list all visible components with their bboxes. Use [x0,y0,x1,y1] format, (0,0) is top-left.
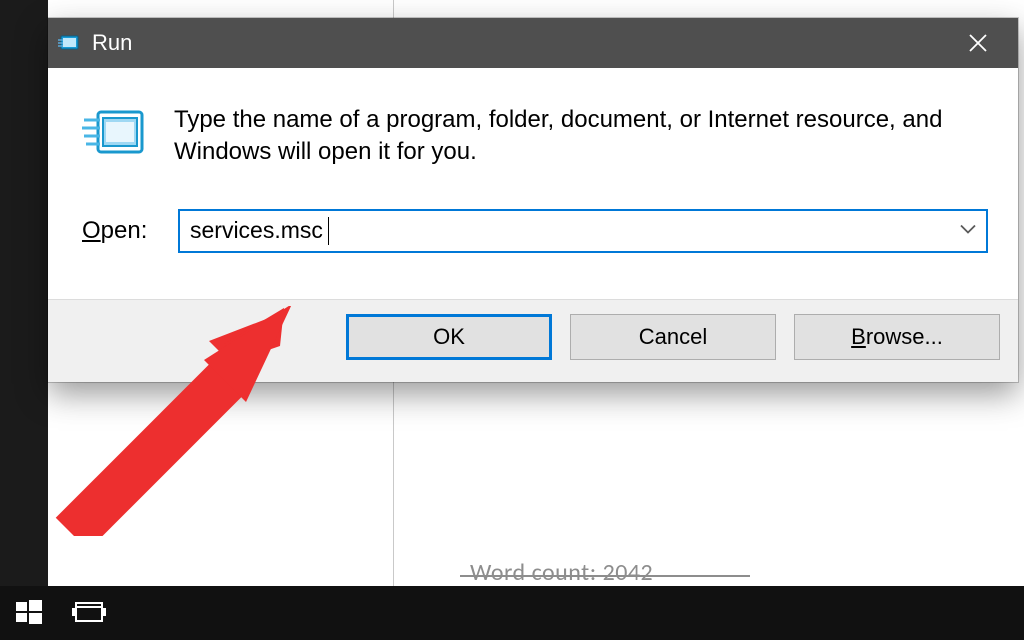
dialog-body: Type the name of a program, folder, docu… [48,68,1018,299]
description-row: Type the name of a program, folder, docu… [78,104,988,169]
close-icon [967,32,989,54]
titlebar[interactable]: Run [48,18,1018,68]
input-row: Open: [78,209,988,253]
taskbar[interactable] [0,586,1024,640]
ok-button[interactable]: OK [346,314,552,360]
cancel-button[interactable]: Cancel [570,314,776,360]
start-icon[interactable] [14,598,44,628]
dialog-description: Type the name of a program, folder, docu… [174,104,974,169]
background-wordcount-strike [460,575,750,577]
open-input[interactable] [178,209,988,253]
dialog-title: Run [92,30,132,56]
background-wordcount-text: Word count: 2042 [470,558,653,587]
run-dialog-icon [82,106,148,167]
run-dialog: Run Type the name of a program, folder, … [48,18,1018,382]
run-titlebar-icon [58,34,80,52]
dark-left-strip [0,0,48,640]
browse-button[interactable]: Browse... [794,314,1000,360]
open-combobox[interactable] [178,209,988,253]
close-button[interactable] [938,18,1018,68]
task-view-icon[interactable] [72,599,106,627]
button-row: OK Cancel Browse... [48,299,1018,382]
open-label: Open: [82,217,156,245]
chevron-down-icon[interactable] [958,221,978,240]
text-caret [328,217,329,245]
